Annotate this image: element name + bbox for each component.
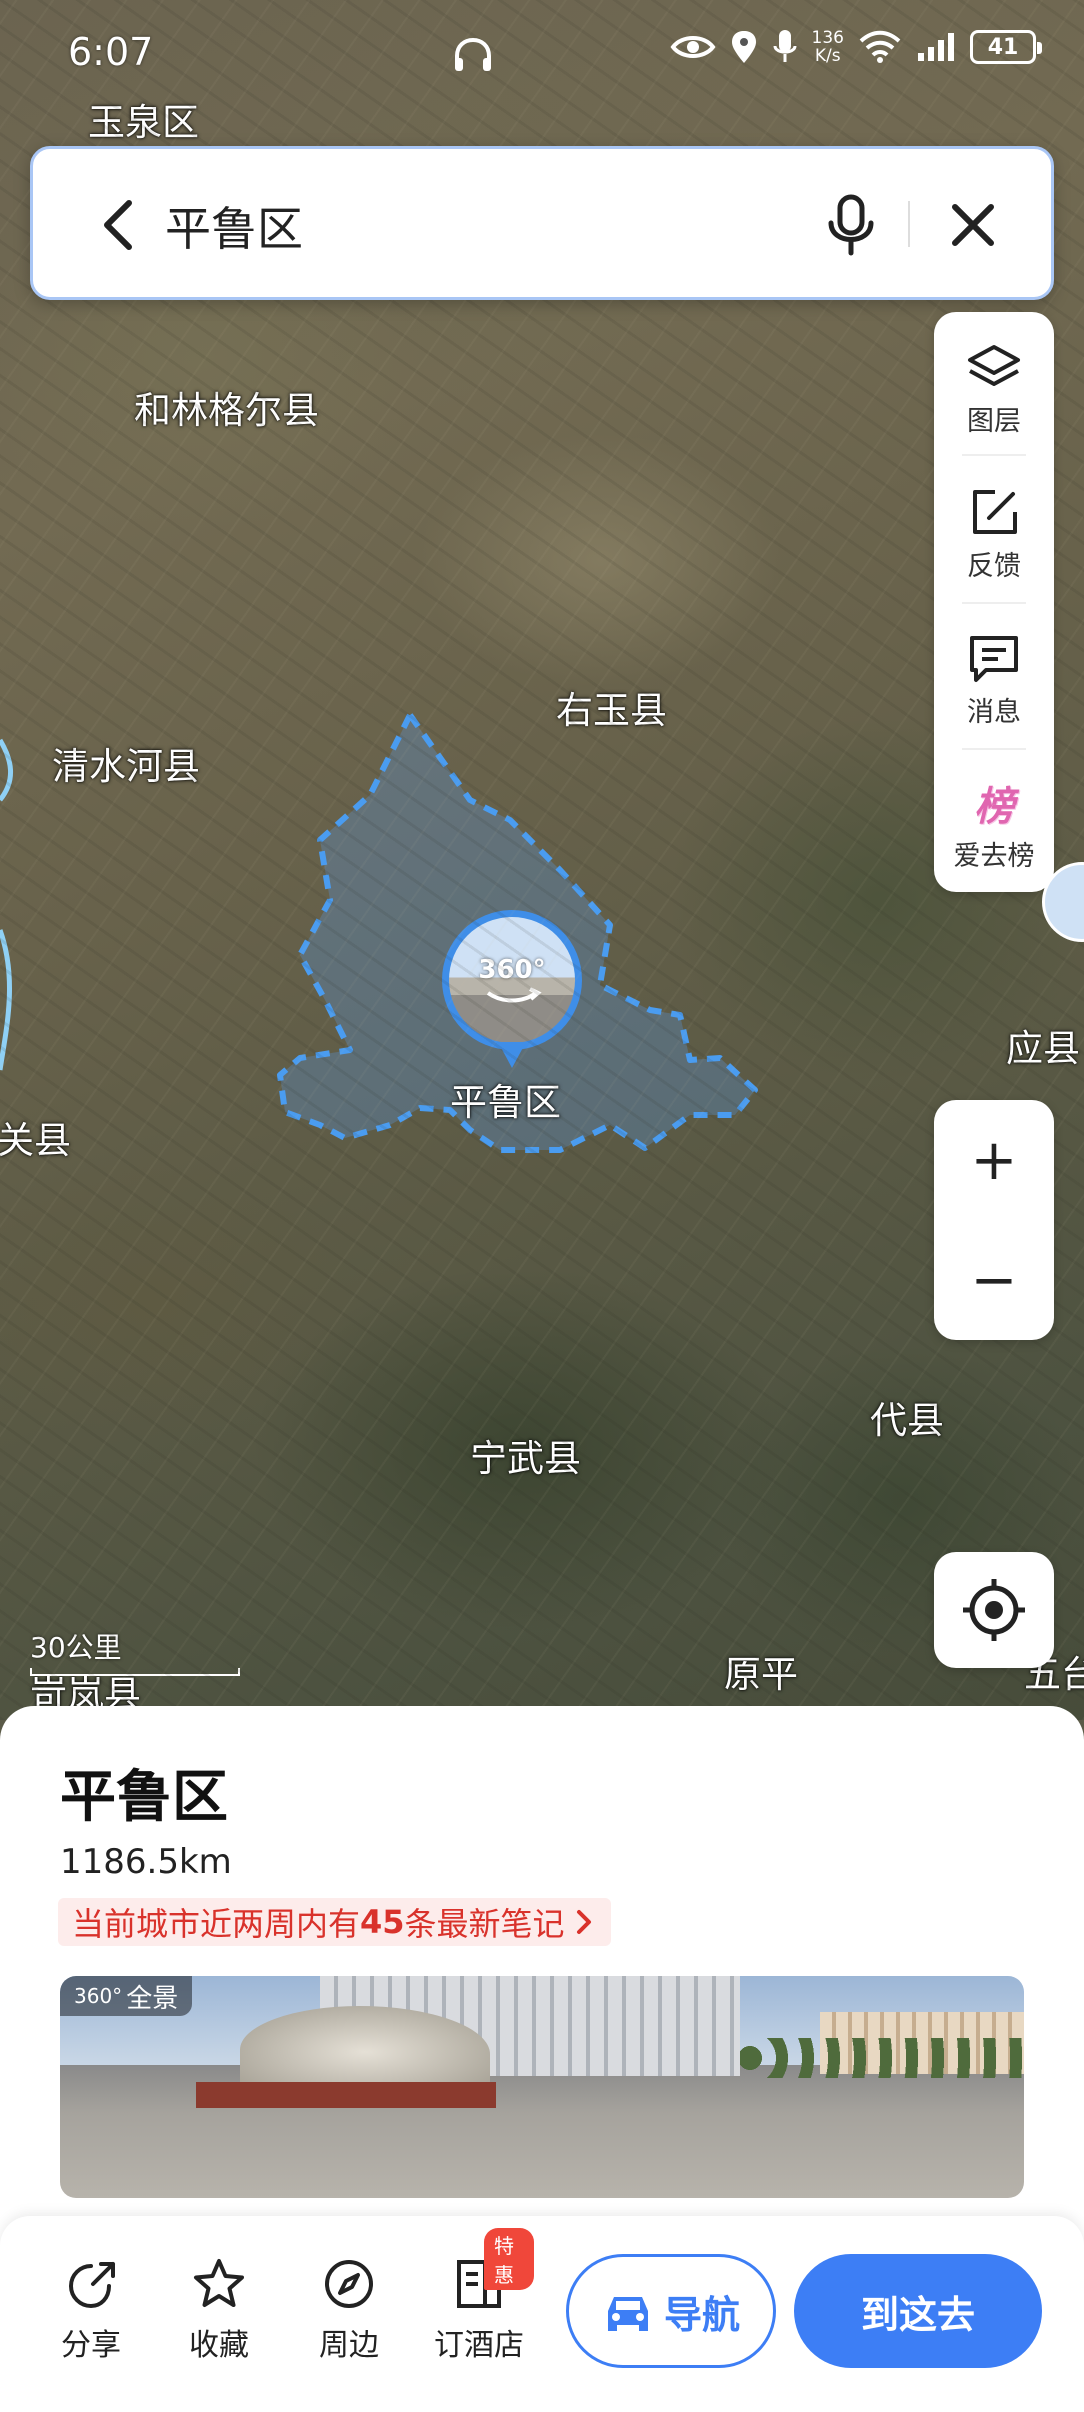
hotel-button[interactable]: 特惠 订酒店	[424, 2228, 534, 2364]
messages-button[interactable]: 消息	[934, 610, 1054, 750]
ranking-label: 爱去榜	[953, 840, 1035, 872]
crosshair-icon	[963, 1579, 1025, 1641]
status-time: 6:07	[68, 30, 154, 74]
tool-divider	[962, 454, 1026, 456]
zoom-in-button[interactable]: +	[934, 1100, 1054, 1220]
ranking-button[interactable]: 榜 爱去榜	[934, 754, 1054, 894]
place-label-yuanping[interactable]: 原平	[724, 1644, 798, 1698]
status-icons: 136 K/s 41	[670, 28, 1042, 66]
star-icon	[194, 2259, 244, 2307]
panorama-thumbnail: 360°	[449, 917, 575, 1043]
place-label-qingshuihe[interactable]: 清水河县	[52, 736, 200, 790]
place-label-ningwu[interactable]: 宁武县	[470, 1428, 581, 1482]
close-icon[interactable]	[933, 185, 1013, 265]
place-label-pianguan[interactable]: 偏关县	[0, 1110, 71, 1164]
share-icon	[68, 2262, 115, 2309]
notes-suffix: 条最新笔记	[404, 1905, 565, 1943]
zoom-out-button[interactable]: −	[934, 1220, 1054, 1340]
notes-count: 45	[360, 1903, 405, 1941]
map-scale: 30公里	[30, 1626, 240, 1676]
panorama-tag: 360° 全景	[60, 1976, 193, 2016]
tool-divider	[962, 602, 1026, 604]
hotel-label: 订酒店	[434, 2328, 524, 2363]
feedback-label: 反馈	[967, 550, 1021, 582]
scale-bar	[30, 1668, 240, 1676]
voice-search-icon[interactable]	[811, 185, 891, 265]
place-label-youyu[interactable]: 右玉县	[556, 680, 667, 734]
chevron-right-icon	[576, 1910, 591, 1934]
layers-label: 图层	[967, 405, 1021, 437]
status-bar: 6:07 136 K/s 41	[0, 0, 1084, 110]
eye-icon	[670, 36, 716, 58]
messages-label: 消息	[967, 696, 1021, 728]
panorama-photo[interactable]: 360° 全景	[60, 1976, 1024, 2198]
navigate-label: 导航	[663, 2292, 740, 2337]
place-label-ying[interactable]: 应县	[1006, 1018, 1080, 1072]
recent-notes-link[interactable]: 当前城市近两周内有 45 条最新笔记	[58, 1898, 611, 1946]
go-here-button[interactable]: 到这去	[794, 2254, 1042, 2368]
photo-monument-plinth	[196, 2082, 496, 2108]
locate-me-button[interactable]	[934, 1552, 1054, 1668]
microphone-status-icon	[773, 30, 797, 62]
nearby-button[interactable]: 周边	[294, 2256, 404, 2364]
edit-feedback-icon	[973, 489, 1017, 534]
panorama-tag-360: 360°	[74, 1984, 123, 2008]
map-tools-panel: 图层 反馈 消息 榜 爱去榜	[934, 312, 1054, 892]
hotel-discount-badge: 特惠	[484, 2228, 534, 2290]
search-query-text[interactable]: 平鲁区	[165, 193, 303, 259]
message-icon	[970, 635, 1018, 682]
favorite-label: 收藏	[189, 2328, 249, 2363]
panorama-tag-label: 全景	[126, 1983, 179, 2014]
rotate-arrows-icon	[486, 987, 542, 1003]
network-speed-value: 136	[811, 28, 844, 48]
layers-button[interactable]: 图层	[934, 320, 1054, 460]
share-label: 分享	[61, 2328, 121, 2363]
panorama-360-label: 360°	[478, 955, 546, 985]
place-title: 平鲁区	[60, 1765, 228, 1830]
navigate-button[interactable]: 导航	[566, 2254, 776, 2368]
battery-indicator: 41	[970, 30, 1042, 64]
photo-trees	[740, 2038, 1024, 2078]
tool-divider	[962, 748, 1026, 750]
notes-prefix: 当前城市近两周内有	[72, 1905, 361, 1943]
nearby-label: 周边	[319, 2328, 379, 2363]
car-icon	[607, 2297, 648, 2331]
back-arrow-icon[interactable]	[81, 185, 161, 265]
search-divider	[908, 201, 910, 247]
network-speed-unit: K/s	[814, 46, 841, 66]
pin-tail	[498, 1042, 526, 1068]
share-button[interactable]: 分享	[36, 2256, 146, 2364]
wifi-icon	[859, 30, 901, 63]
location-icon	[731, 31, 756, 63]
place-label-helingeer[interactable]: 和林格尔县	[134, 380, 319, 434]
feedback-button[interactable]: 反馈	[934, 464, 1054, 604]
scale-label: 30公里	[30, 1631, 122, 1664]
place-distance: 1186.5km	[60, 1842, 232, 1882]
signal-icon	[918, 33, 954, 61]
search-bar[interactable]: 平鲁区	[30, 146, 1054, 300]
network-speed: 136 K/s	[812, 29, 844, 65]
compass-icon	[325, 2260, 373, 2308]
favorite-button[interactable]: 收藏	[164, 2256, 274, 2364]
zoom-control: + −	[934, 1100, 1054, 1340]
place-label-dai[interactable]: 代县	[870, 1390, 944, 1444]
headphones-icon	[455, 37, 491, 71]
ranking-icon: 榜	[974, 783, 1014, 830]
place-label-pinglu[interactable]: 平鲁区	[450, 1072, 561, 1126]
bottom-action-bar: 分享 收藏 周边 特惠 订酒店 导航 到这去	[0, 2216, 1084, 2412]
layers-icon	[968, 344, 1020, 386]
panorama-pin-bubble: 360°	[442, 910, 582, 1050]
